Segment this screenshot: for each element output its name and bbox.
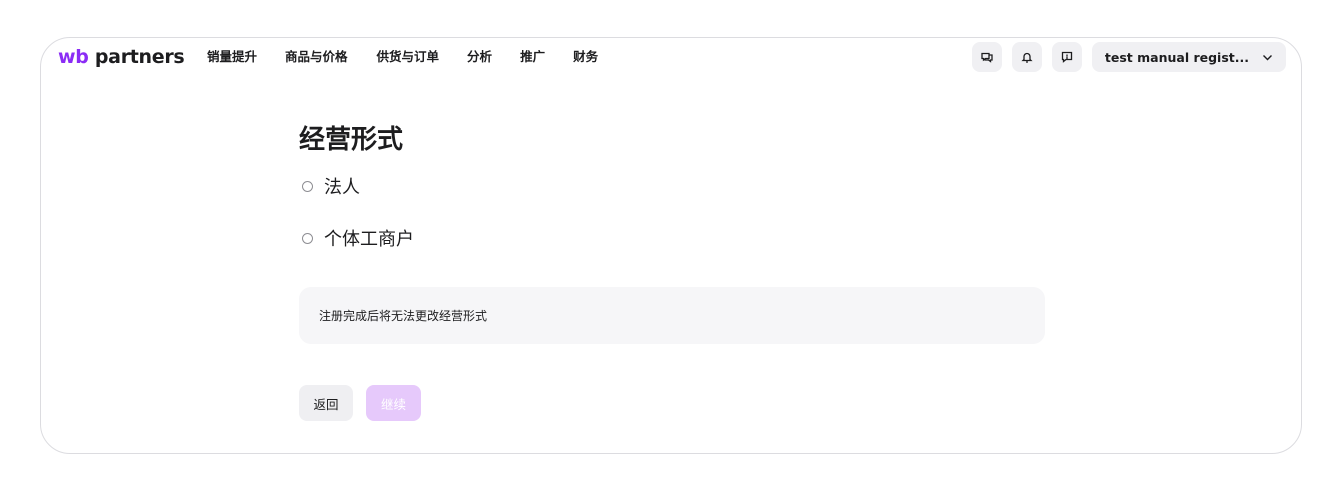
page-title: 经营形式 [299, 125, 404, 155]
business-form: 经营形式 法人 个体工商户 注册完成后将无法更改经营形式 返回 继续 [299, 122, 1045, 421]
chat-button[interactable] [971, 42, 1002, 72]
header-actions: test manual regist... [971, 42, 1286, 72]
option-label: 法人 [324, 177, 360, 198]
account-label: test manual regist... [1104, 49, 1249, 65]
logo-partners-text: partners [88, 46, 185, 68]
form-actions: 返回 继续 [299, 385, 1045, 421]
nav-item-supplies-orders[interactable]: 供货与订单 [377, 49, 440, 65]
app-window: wb partners 销量提升 商品与价格 供货与订单 分析 推广 财务 te… [40, 37, 1302, 454]
nav-item-analytics[interactable]: 分析 [467, 49, 492, 65]
chat-icon [981, 52, 993, 63]
nav-item-sales-boost[interactable]: 销量提升 [207, 49, 257, 65]
feedback-icon [1061, 51, 1073, 63]
continue-button[interactable]: 继续 [366, 385, 421, 421]
nav-item-promotion[interactable]: 推广 [520, 49, 545, 65]
notifications-button[interactable] [1011, 42, 1042, 72]
radio-button[interactable] [302, 180, 313, 192]
bell-icon [1021, 52, 1033, 63]
radio-button[interactable] [302, 232, 313, 244]
main-menu: 销量提升 商品与价格 供货与订单 分析 推广 财务 [207, 49, 626, 65]
option-individual-entrepreneur[interactable]: 个体工商户 [299, 224, 1045, 252]
nav-item-products-prices[interactable]: 商品与价格 [285, 49, 348, 65]
account-selector[interactable]: test manual regist... [1091, 42, 1286, 72]
logo-wb-text: wb [58, 46, 89, 68]
top-navigation: wb partners 销量提升 商品与价格 供货与订单 分析 推广 财务 te… [41, 38, 1301, 78]
notice-text: 注册完成后将无法更改经营形式 [319, 309, 488, 323]
back-button[interactable]: 返回 [299, 385, 353, 421]
option-legal-entity[interactable]: 法人 [299, 172, 1045, 200]
info-notice: 注册完成后将无法更改经营形式 [299, 287, 1045, 344]
option-label: 个体工商户 [324, 229, 414, 250]
chevron-down-icon [1261, 51, 1274, 64]
feedback-button[interactable] [1051, 42, 1082, 72]
wb-partners-logo[interactable]: wb partners [58, 46, 185, 68]
nav-item-finance[interactable]: 财务 [573, 49, 598, 65]
